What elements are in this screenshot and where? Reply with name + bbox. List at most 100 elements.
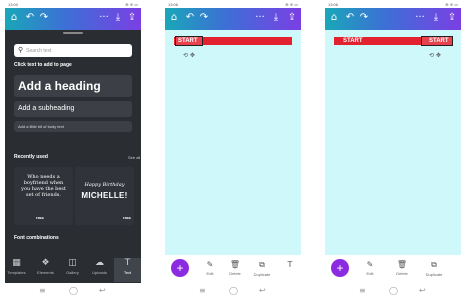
download-icon[interactable]: ⤓ [429,11,443,25]
more-icon[interactable]: ··· [253,11,267,25]
add-button[interactable]: + [171,259,189,277]
search-input[interactable]: ⚲ Search text [14,44,132,57]
templates-icon: ▦ [12,258,21,268]
edit-button[interactable]: ✎ Edit [359,260,381,276]
redo-icon[interactable]: ↷ [197,11,211,25]
free-badge: FREE [36,216,45,220]
status-time: 13:00 [8,1,19,7]
add-heading-button[interactable]: Add a heading [14,75,132,97]
system-nav-bar: ≡ ◯ ↩ [325,283,461,299]
download-icon[interactable]: ⤓ [269,11,283,25]
delete-label: Delete [229,271,241,276]
phone-screen-text-panel: 13:00 ⊕ ≋ ▭ ⌂ ↶ ↷ ··· ⤓ ⇪ ⚲ Search text C… [5,0,141,299]
free-badge: FREE [123,216,132,220]
edit-icon: ✎ [366,260,374,269]
font-combinations-heading: Font combinations [14,235,59,241]
tab-label: Text [123,270,132,275]
menu-icon[interactable]: ≡ [359,286,366,295]
system-nav-bar: ≡ ◯ ↩ [5,283,141,299]
status-time: 13:06 [168,1,179,7]
duplicate-button[interactable]: ⧉ Duplicate [251,260,273,277]
more-icon[interactable]: ··· [413,11,427,25]
panel-drag-handle[interactable] [63,32,83,34]
back-icon[interactable]: ↩ [259,286,266,295]
selected-text-box[interactable] [421,36,453,46]
band-text-left: START [343,38,363,44]
text-panel: ⚲ Search text Click text to add to page A… [5,30,141,255]
rotate-move-controls[interactable]: ⟲ ✥ [429,52,441,59]
design-canvas[interactable]: START START ⟲ ✥ [325,30,461,255]
system-nav-bar: ≡ ◯ ↩ [165,283,301,299]
design-canvas[interactable]: START ⟲ ✥ [165,30,301,255]
delete-button[interactable]: 🗑 Delete [391,260,413,276]
add-body-button[interactable]: Add a little bit of body text [14,121,132,132]
search-icon: ⚲ [18,47,24,54]
duplicate-icon: ⧉ [259,260,265,269]
tab-label: Uploads [92,270,107,275]
status-icons: ⊕ ≋ ▭ [285,1,298,7]
delete-button[interactable]: 🗑 Delete [224,260,246,276]
see-all-link[interactable]: See all [128,155,140,160]
share-icon[interactable]: ⇪ [285,11,299,25]
undo-icon[interactable]: ↶ [23,11,37,25]
home-icon[interactable]: ⌂ [327,11,341,25]
tab-uploads[interactable]: ☁ Uploads [86,258,113,275]
back-icon[interactable]: ↩ [419,286,426,295]
redo-icon[interactable]: ↷ [357,11,371,25]
recently-used-heading: Recently used [14,154,48,160]
duplicate-label: Duplicate [253,272,271,277]
back-icon[interactable]: ↩ [99,286,106,295]
editor-toolbar: ⌂ ↶ ↷ ··· ⤓ ⇪ [165,8,301,30]
download-icon[interactable]: ⤓ [111,11,125,25]
edit-icon: ✎ [206,260,214,269]
card-birthday-script: Happy Birthday [84,182,125,188]
tab-label: Templates [7,270,26,275]
text-icon: T [287,260,293,269]
trash-icon: 🗑 [229,260,241,269]
more-icon[interactable]: ··· [97,11,111,25]
edit-label: Edit [366,271,374,276]
phone-screen-canvas-b: 13:06 ⊕ ≋ ▭ ⌂ ↶ ↷ ··· ⤓ ⇪ START START ⟲ … [325,0,461,299]
card-birthday-name: MICHELLE! [81,191,128,200]
editor-toolbar: ⌂ ↶ ↷ ··· ⤓ ⇪ [5,8,141,30]
click-hint: Click text to add to page [14,62,72,68]
menu-icon[interactable]: ≡ [199,286,206,295]
undo-icon[interactable]: ↶ [183,11,197,25]
uploads-icon: ☁ [95,258,104,268]
tab-text[interactable]: T Text [114,258,141,282]
status-time: 13:06 [328,1,339,7]
delete-label: Delete [396,271,408,276]
edit-button[interactable]: ✎ Edit [199,260,221,276]
card-quote-text: Who needs a boyfriend when you have the … [21,174,66,198]
home-circle-icon[interactable]: ◯ [389,286,398,295]
home-icon[interactable]: ⌂ [167,11,181,25]
add-button[interactable]: + [331,259,349,277]
undo-icon[interactable]: ↶ [343,11,357,25]
add-subheading-button[interactable]: Add a subheading [14,101,132,117]
share-icon[interactable]: ⇪ [125,11,139,25]
home-circle-icon[interactable]: ◯ [69,286,78,295]
duplicate-button[interactable]: ⧉ Duplicate [423,260,445,277]
edit-label: Edit [206,271,214,276]
recent-text-card-friends[interactable]: Who needs a boyfriend when you have the … [14,167,73,225]
tab-gallery[interactable]: ◫ Gallery [59,258,86,275]
tab-label: Elements [37,270,54,275]
recent-text-card-birthday[interactable]: Happy Birthday MICHELLE! FREE [75,167,134,225]
selected-text-box[interactable] [175,36,203,46]
tab-elements[interactable]: ❖ Elements [32,258,59,275]
status-icons: ⊕ ≋ ▭ [125,1,138,7]
redo-icon[interactable]: ↷ [37,11,51,25]
duplicate-icon: ⧉ [431,260,437,269]
status-bar: 13:06 ⊕ ≋ ▭ [325,0,461,8]
text-tool-button[interactable]: T [279,260,301,271]
status-bar: 13:06 ⊕ ≋ ▭ [165,0,301,8]
home-icon[interactable]: ⌂ [7,11,21,25]
menu-icon[interactable]: ≡ [39,286,46,295]
rotate-move-controls[interactable]: ⟲ ✥ [183,52,195,59]
elements-icon: ❖ [41,258,50,268]
share-icon[interactable]: ⇪ [445,11,459,25]
home-circle-icon[interactable]: ◯ [229,286,238,295]
tab-templates[interactable]: ▦ Templates [5,258,30,275]
status-bar: 13:00 ⊕ ≋ ▭ [5,0,141,8]
gallery-icon: ◫ [68,258,77,268]
